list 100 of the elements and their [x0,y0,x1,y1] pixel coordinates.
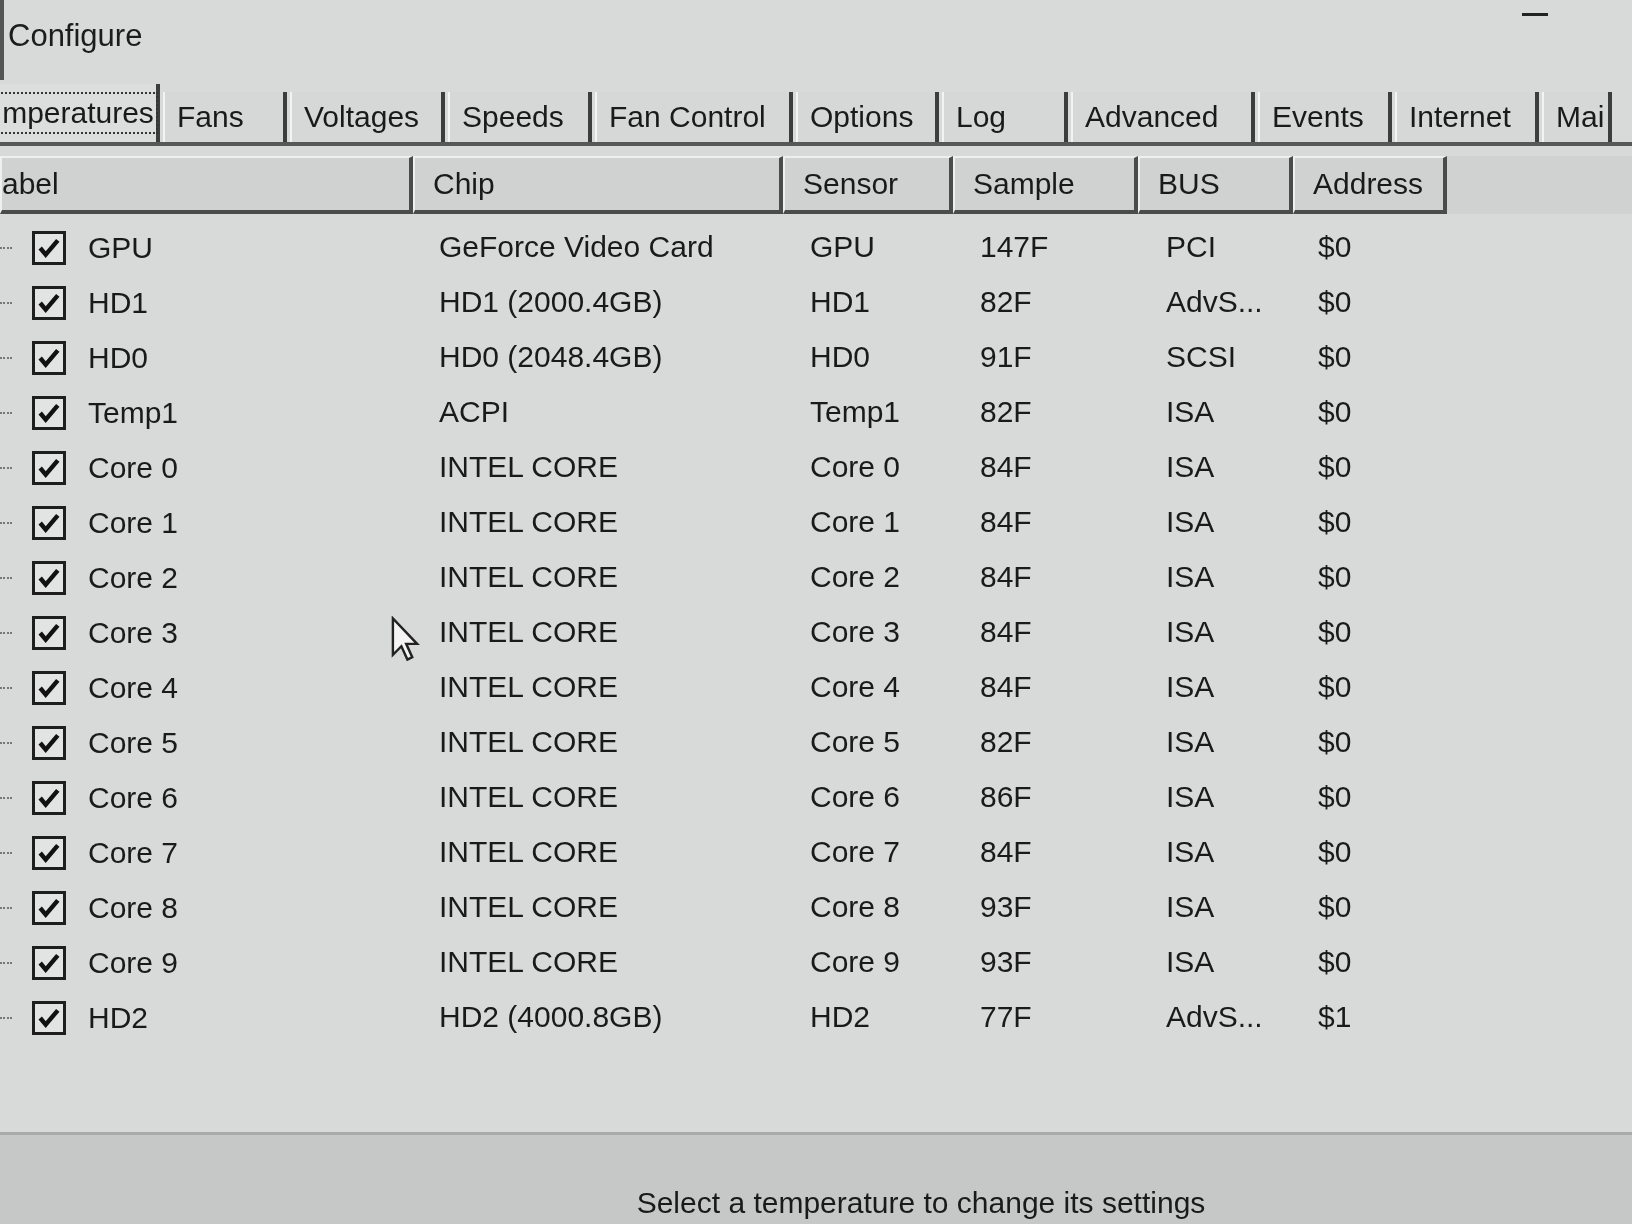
table-cell: Core 9 [810,944,901,978]
tab[interactable]: Voltages [290,92,445,142]
table-cell: HD0 [810,339,870,373]
table-cell: ISA [1166,504,1215,538]
table-cell: $0 [1318,669,1352,703]
tree-line-icon [0,521,12,524]
table-cell: $1 [1318,999,1352,1033]
column-header[interactable]: Sensor [783,156,953,214]
checkmark-icon [38,456,60,479]
tree-line-icon [0,631,12,634]
sensor-label[interactable]: Core 7 [88,837,179,868]
table-cell: HD1 [810,284,870,318]
table-cell: $0 [1318,394,1352,428]
tab[interactable]: Mai [1542,92,1612,142]
tab[interactable]: Fan Control [595,92,793,142]
table-cell: ISA [1166,449,1215,483]
table-cell: 86F [980,779,1032,813]
sensor-label[interactable]: Core 0 [88,452,179,483]
column-header[interactable]: Address [1293,156,1447,214]
table-cell: $0 [1318,284,1352,318]
status-text: Select a temperature to change its settings [636,1188,1206,1218]
checkbox[interactable] [32,615,66,650]
checkbox[interactable] [32,780,66,815]
checkbox[interactable] [32,230,66,265]
column-header[interactable]: BUS [1138,156,1293,214]
table-cell: GPU [810,229,875,263]
checkbox[interactable] [32,395,66,430]
checkmark-icon [38,511,60,534]
checkbox[interactable] [32,835,66,870]
table-cell: 147F [980,229,1049,263]
table-cell: $0 [1318,559,1352,593]
table-cell: Core 7 [810,834,901,868]
sensor-label[interactable]: Core 3 [88,617,179,648]
sensor-label[interactable]: GPU [88,232,153,263]
table-cell: INTEL CORE [439,449,618,483]
tab[interactable]: Advanced [1071,92,1255,142]
table-cell: 82F [980,284,1032,318]
table-cell: AdvS... [1166,284,1263,318]
checkbox[interactable] [32,725,66,760]
table-cell: ISA [1166,779,1215,813]
checkmark-icon [38,291,60,314]
table-cell: ISA [1166,889,1215,923]
table-cell: 82F [980,394,1032,428]
table-cell: $0 [1318,779,1352,813]
sensor-label[interactable]: Core 2 [88,562,179,593]
sensor-label[interactable]: Core 6 [88,782,179,813]
column-header[interactable]: Chip [413,156,783,214]
checkbox[interactable] [32,285,66,320]
sensor-label[interactable]: Core 1 [88,507,179,538]
sensor-label[interactable]: Temp1 [88,397,179,428]
checkbox[interactable] [32,670,66,705]
tab[interactable]: Internet [1395,92,1539,142]
checkbox[interactable] [32,560,66,595]
table-cell: PCI [1166,229,1216,263]
table-cell: Core 6 [810,779,901,813]
sensor-label[interactable]: Core 5 [88,727,179,758]
sensor-label[interactable]: HD0 [88,342,148,373]
tree-line-icon [0,796,12,799]
column-header[interactable]: Sample [953,156,1138,214]
table-cell: 84F [980,449,1032,483]
table-cell: $0 [1318,889,1352,923]
table-cell: INTEL CORE [439,779,618,813]
tab[interactable]: Events [1258,92,1392,142]
table-cell: Core 4 [810,669,901,703]
table-cell: INTEL CORE [439,504,618,538]
table-cell: Core 0 [810,449,901,483]
table-cell: Core 2 [810,559,901,593]
checkbox[interactable] [32,1000,66,1035]
tab[interactable]: Speeds [448,92,592,142]
checkmark-icon [38,621,60,644]
table-cell: ISA [1166,944,1215,978]
window-title: Configure [8,20,143,51]
sensor-label[interactable]: HD2 [88,1002,148,1033]
checkmark-icon [38,731,60,754]
checkmark-icon [38,896,60,919]
checkbox[interactable] [32,890,66,925]
sensor-label[interactable]: Core 8 [88,892,179,923]
column-header[interactable]: abel [0,156,413,214]
table-cell: 77F [980,999,1032,1033]
tab[interactable]: Fans [163,92,287,142]
table-cell: 84F [980,614,1032,648]
checkbox[interactable] [32,340,66,375]
table-cell: HD1 (2000.4GB) [439,284,663,318]
cursor-icon [390,616,420,662]
sensor-label[interactable]: Core 9 [88,947,179,978]
table-cell: 84F [980,834,1032,868]
sensor-label[interactable]: HD1 [88,287,148,318]
tab[interactable]: mperatures [0,84,160,142]
checkbox[interactable] [32,945,66,980]
sensor-label[interactable]: Core 4 [88,672,179,703]
table-cell: HD2 [810,999,870,1033]
tab[interactable]: Log [942,92,1068,142]
table-cell: $0 [1318,834,1352,868]
checkbox[interactable] [32,505,66,540]
tab[interactable]: Options [796,92,939,142]
table-cell: HD2 (4000.8GB) [439,999,663,1033]
table-cell: INTEL CORE [439,724,618,758]
table-cell: 84F [980,559,1032,593]
checkbox[interactable] [32,450,66,485]
table-cell: ISA [1166,614,1215,648]
